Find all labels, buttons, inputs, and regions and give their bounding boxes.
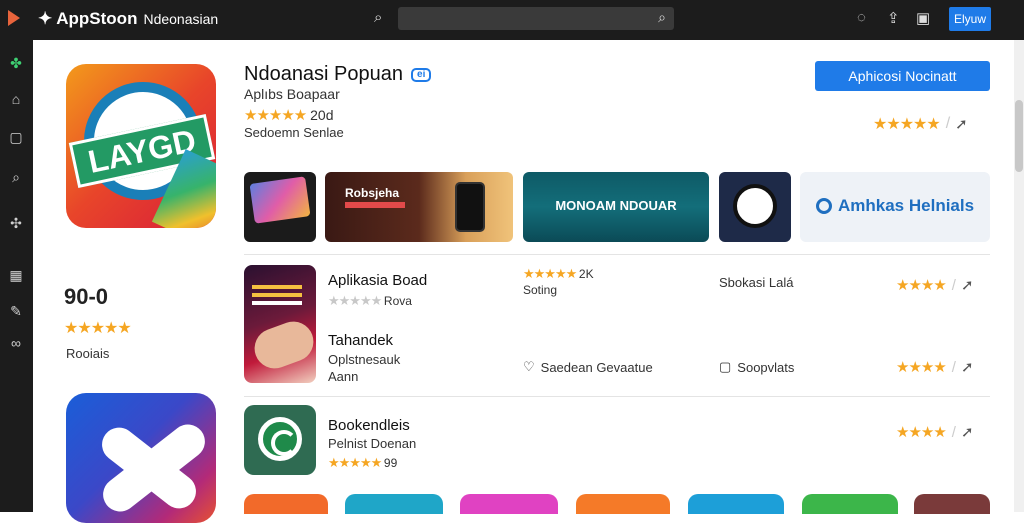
list-app-icon[interactable] <box>244 405 316 475</box>
list-item-subtitle: Aann <box>328 369 359 384</box>
featured-subtitle: Aplıbs Boapaar <box>244 86 340 102</box>
arrow-icon[interactable]: ➚ <box>961 276 974 294</box>
arrow-icon[interactable]: ➚ <box>961 358 974 376</box>
list-item-rating: ★★★★ / ➚ <box>896 276 974 295</box>
edit-icon[interactable]: ✎ <box>7 302 25 320</box>
page-title: Ndoanasi Popuan <box>244 63 404 85</box>
share-icon[interactable]: ⇪ <box>887 9 900 27</box>
featured-stars: ★★★★★ <box>244 107 307 124</box>
left-rating-stars: ★★★★★ <box>64 320 132 337</box>
screenshot-tile[interactable]: MONOAM NDOUAR <box>523 172 709 242</box>
list-item-rating: ★★★★ / ➚ <box>896 423 974 442</box>
top-bar: ✦ AppStoon Ndeonasian ⌕ ⌕ ◌ ⇪ ▣ Elyuw <box>0 0 1024 40</box>
search-side-icon[interactable]: ⌕ <box>7 168 25 186</box>
left-rating-value: 90-0 <box>64 284 109 309</box>
search-submit-icon[interactable]: ⌕ <box>658 9 666 26</box>
screenshot-tile[interactable] <box>244 172 316 242</box>
download-icon[interactable]: ▣ <box>916 9 930 27</box>
secondary-app-icon[interactable] <box>66 393 216 523</box>
list-item-col1: ♡ Saedean Gevaatue <box>523 359 653 375</box>
hand-graphic <box>248 315 316 375</box>
photo-icon[interactable]: ⌂ <box>7 90 25 108</box>
heart-icon[interactable]: ♡ <box>523 359 535 375</box>
app-name: AppStoon <box>56 9 138 28</box>
featured-rating: ★★★★★ 20d <box>244 106 334 124</box>
bottom-app-tile[interactable] <box>345 494 443 514</box>
list-item-title[interactable]: Tahandek <box>328 332 393 349</box>
list-item-col2: Sbokasi Lalá <box>719 275 794 290</box>
phone-graphic <box>455 182 485 232</box>
calendar-icon[interactable]: ▢ <box>719 359 731 375</box>
list-item-col-label: Soting <box>523 283 558 297</box>
sidebar: ✤ ⌂ ▢ ⌕ ✣ ▦ ✎ ∞ <box>0 40 33 512</box>
featured-title: Ndoanasi Popuan ei <box>244 63 432 86</box>
ring-graphic <box>258 417 302 461</box>
bottom-app-tile[interactable] <box>802 494 898 514</box>
image-icon[interactable]: ▦ <box>7 266 25 284</box>
bottom-app-tile[interactable] <box>244 494 328 514</box>
install-button[interactable]: Aphicosi Nocinatt <box>815 61 990 91</box>
scroll-thumb[interactable] <box>1015 100 1023 172</box>
search-icon[interactable]: ⌕ <box>374 9 382 26</box>
appstore-logo-icon: ✦ <box>38 9 53 28</box>
list-item-title[interactable]: Bookendleis <box>328 417 410 434</box>
tile-label: Amhkas Helnials <box>816 196 974 216</box>
divider: / <box>945 115 951 132</box>
screenshot-tile[interactable] <box>719 172 791 242</box>
list-app-image[interactable] <box>244 265 316 383</box>
tile-label: Robsjeha <box>345 186 400 200</box>
divider <box>244 254 990 255</box>
tile-label: MONOAM NDOUAR <box>555 198 677 213</box>
bottom-app-tile[interactable] <box>576 494 670 514</box>
search-input[interactable]: ⌕ <box>398 7 674 30</box>
title-badge: ei <box>411 67 432 82</box>
list-item-rating: ★★★★ / ➚ <box>896 358 974 377</box>
arrow-icon[interactable]: ➚ <box>955 115 968 133</box>
screen-text-graphic <box>252 285 302 289</box>
app-subtitle: Ndeonasian <box>143 11 219 27</box>
chat-icon[interactable]: ◌ <box>857 9 866 26</box>
ring-graphic <box>733 184 777 228</box>
list-item-title[interactable]: Aplikasia Boad <box>328 272 427 289</box>
tile-sub-bar <box>345 202 405 208</box>
account-button[interactable]: Elyuw <box>949 7 991 31</box>
left-reviews-label: Rooiais <box>66 346 110 361</box>
list-item-col-stars: ★★★★★ 2K <box>523 266 594 281</box>
play-logo-icon[interactable] <box>8 10 20 26</box>
list-item-stars: ★★★★★ 99 <box>328 455 398 470</box>
right-rating: ★★★★★ / ➚ <box>873 114 968 134</box>
bottom-app-tile[interactable] <box>460 494 558 514</box>
list-item-col2: ▢ Soopvlats <box>719 359 795 375</box>
list-item-subtitle: Pelnist Doenan <box>328 436 417 451</box>
scrollbar[interactable] <box>1014 40 1024 512</box>
bottom-app-tile[interactable] <box>688 494 784 514</box>
bottom-app-tile[interactable] <box>914 494 990 514</box>
gamepad-icon[interactable]: ✤ <box>7 54 25 72</box>
app-brand[interactable]: ✦ AppStoon Ndeonasian <box>38 9 218 29</box>
circle-icon <box>816 198 832 214</box>
book-icon[interactable]: ▢ <box>7 128 25 146</box>
tile-label-text: Amhkas Helnials <box>838 196 975 215</box>
list-item-subtitle: Oplstnesauk <box>328 352 401 367</box>
settings-icon[interactable]: ∞ <box>7 334 25 352</box>
featured-app-icon[interactable]: LAYGD <box>66 64 216 228</box>
divider <box>244 396 990 397</box>
featured-rating-text: 20d <box>310 107 334 123</box>
tablet-graphic <box>249 176 311 224</box>
arrow-icon[interactable]: ➚ <box>961 423 974 441</box>
right-rating-stars: ★★★★★ <box>873 116 941 133</box>
list-item-stars: ★★★★★ Rova <box>328 293 412 308</box>
screenshot-tile[interactable]: Robsjeha <box>325 172 513 242</box>
puzzle-icon[interactable]: ✣ <box>7 214 25 232</box>
screenshot-tile[interactable]: Amhkas Helnials <box>800 172 990 242</box>
featured-category: Sedoemn Senlae <box>244 125 344 140</box>
